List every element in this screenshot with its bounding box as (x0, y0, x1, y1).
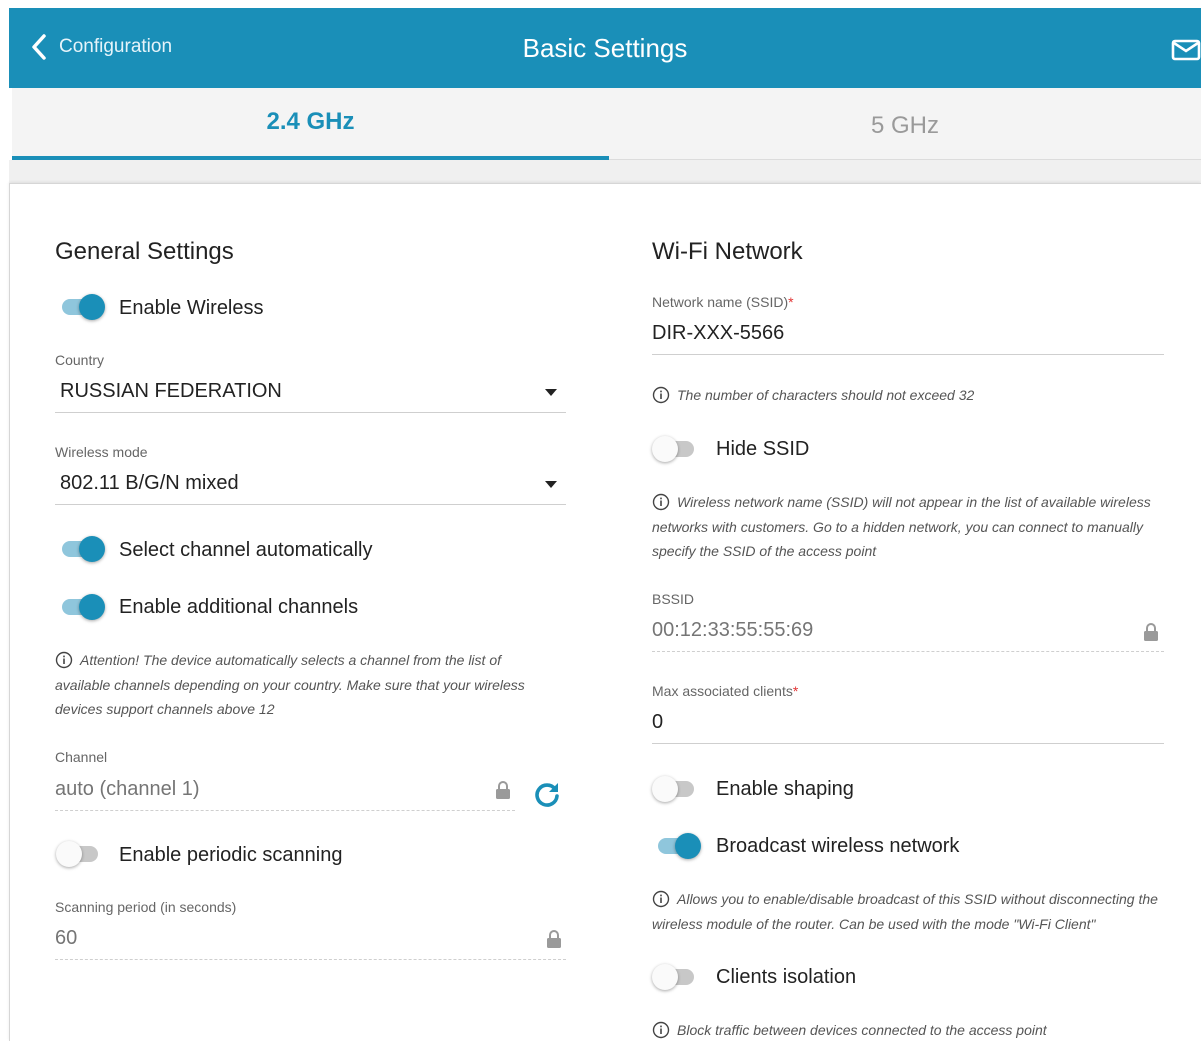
broadcast-hint-text: Allows you to enable/disable broadcast o… (652, 891, 1158, 932)
scanning-period-underline (55, 959, 566, 960)
hide-ssid-hint-text: Wireless network name (SSID) will not ap… (652, 494, 1151, 559)
ssid-input[interactable]: DIR-XXX-5566 (652, 322, 784, 345)
lock-icon (496, 781, 510, 799)
isolation-hint-text: Block traffic between devices connected … (677, 1022, 1047, 1038)
ssid-underline (652, 354, 1164, 355)
wireless-mode-underline (55, 504, 566, 505)
enable-shaping-toggle[interactable] (652, 776, 698, 802)
max-clients-label: Max associated clients* (652, 683, 798, 699)
additional-channels-toggle[interactable] (60, 594, 106, 620)
refresh-icon[interactable] (533, 780, 561, 808)
attention-hint-text: Attention! The device automatically sele… (55, 652, 525, 717)
hide-ssid-toggle[interactable] (652, 436, 698, 462)
max-clients-underline (652, 743, 1164, 744)
tab-5-ghz[interactable]: 5 GHz (609, 88, 1201, 160)
bssid-label: BSSID (652, 591, 695, 607)
band-tabs: 2.4 GHz 5 GHz (12, 88, 1201, 160)
channel-underline (55, 810, 515, 811)
hide-ssid-label: Hide SSID (716, 438, 810, 460)
page-title: Basic Settings (522, 33, 688, 63)
info-icon (652, 386, 670, 404)
hide-ssid-hint: Wireless network name (SSID) will not ap… (652, 490, 1172, 564)
caret-down-icon[interactable] (545, 481, 557, 488)
additional-channels-label: Enable additional channels (119, 596, 359, 618)
bssid-underline (652, 651, 1164, 652)
ssid-label-text: Network name (SSID) (652, 294, 789, 310)
enable-shaping-label: Enable shaping (716, 778, 854, 800)
wireless-mode-select[interactable]: 802.11 B/G/N mixed (60, 472, 239, 495)
country-label: Country (55, 352, 105, 368)
scanning-period-value: 60 (55, 927, 78, 949)
app-header: Configuration Basic Settings (9, 8, 1201, 88)
country-underline (55, 412, 566, 413)
info-icon (652, 493, 670, 511)
attention-hint: Attention! The device automatically sele… (55, 648, 560, 722)
tab-2-4-ghz[interactable]: 2.4 GHz (12, 88, 609, 160)
broadcast-network-toggle[interactable] (656, 833, 702, 859)
mail-icon[interactable] (1171, 38, 1201, 62)
enable-wireless-toggle[interactable] (60, 294, 106, 320)
clients-isolation-label: Clients isolation (716, 966, 857, 988)
info-icon (652, 890, 670, 908)
tab-gap (9, 160, 1201, 183)
bssid-value: 00:12:33:55:55:69 (652, 619, 814, 641)
max-clients-label-text: Max associated clients (652, 683, 793, 699)
select-channel-auto-toggle[interactable] (60, 536, 106, 562)
max-clients-input[interactable]: 0 (652, 711, 663, 734)
periodic-scanning-label: Enable periodic scanning (119, 844, 343, 866)
broadcast-hint: Allows you to enable/disable broadcast o… (652, 887, 1172, 936)
info-icon (55, 651, 73, 669)
isolation-hint: Block traffic between devices connected … (652, 1018, 1172, 1041)
ssid-hint: The number of characters should not exce… (652, 383, 1172, 408)
general-settings-title: General Settings (55, 238, 234, 265)
periodic-scanning-toggle[interactable] (56, 841, 102, 867)
country-select[interactable]: RUSSIAN FEDERATION (60, 380, 282, 403)
enable-wireless-label: Enable Wireless (119, 297, 264, 319)
lock-icon (1144, 623, 1158, 641)
ssid-label: Network name (SSID)* (652, 294, 794, 310)
lock-icon (547, 930, 561, 948)
scanning-period-label: Scanning period (in seconds) (55, 899, 237, 915)
clients-isolation-toggle[interactable] (652, 964, 698, 990)
wireless-mode-label: Wireless mode (55, 444, 148, 460)
required-mark: * (792, 683, 799, 699)
channel-value: auto (channel 1) (55, 778, 200, 800)
required-mark: * (788, 294, 794, 310)
broadcast-network-label: Broadcast wireless network (716, 835, 960, 857)
select-channel-auto-label: Select channel automatically (119, 539, 373, 561)
wifi-network-title: Wi-Fi Network (652, 238, 803, 265)
channel-label: Channel (55, 749, 108, 765)
caret-down-icon[interactable] (545, 389, 557, 396)
ssid-hint-text: The number of characters should not exce… (677, 387, 975, 403)
info-icon (652, 1021, 670, 1039)
